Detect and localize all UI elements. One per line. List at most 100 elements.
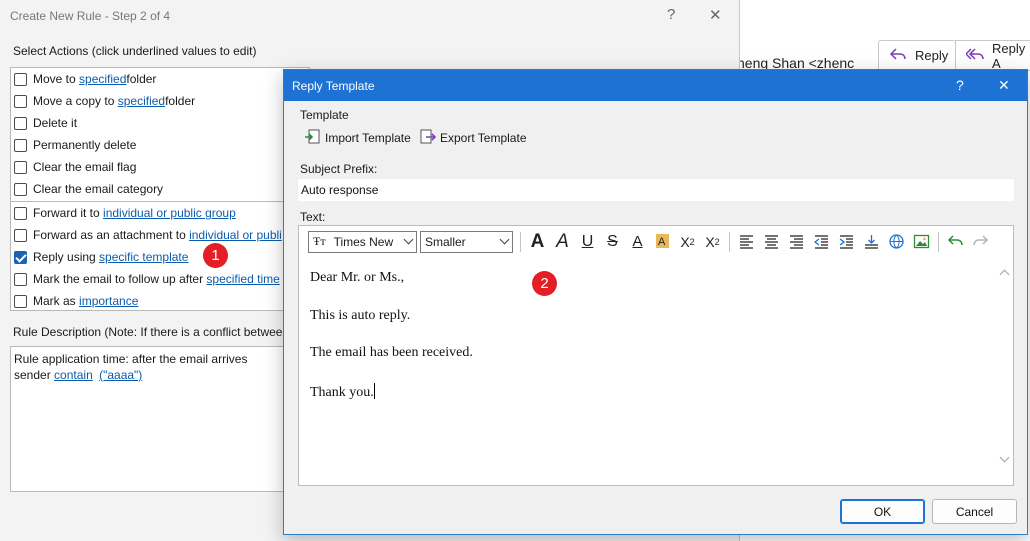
align-center-icon[interactable]: [759, 231, 784, 253]
action-text-suffix: folder: [126, 72, 157, 86]
rules-dialog-title: Create New Rule - Step 2 of 4: [10, 9, 171, 23]
checkbox[interactable]: [14, 182, 27, 196]
action-text: Move to: [33, 72, 76, 86]
import-template-button[interactable]: Import Template: [304, 128, 411, 148]
action-link[interactable]: individual or public group: [103, 206, 236, 220]
action-item-delete[interactable]: Delete it: [14, 114, 77, 132]
rule-description-condition: sender contain ("aaaa"): [14, 367, 306, 383]
align-right-icon[interactable]: [784, 231, 809, 253]
action-link[interactable]: specified: [79, 72, 126, 86]
step-badge-2: 2: [532, 271, 557, 296]
close-icon[interactable]: ✕: [998, 77, 1010, 94]
action-link[interactable]: specific template: [99, 250, 188, 264]
checkbox[interactable]: [14, 160, 27, 174]
formatting-toolbar: Ŧт Times New Smaller A A U S A A X2 X2: [299, 226, 1013, 257]
template-group-label: Template: [300, 108, 349, 122]
checkbox[interactable]: [14, 94, 27, 108]
action-link[interactable]: specified time: [206, 272, 279, 286]
scroll-up-icon[interactable]: [999, 269, 1010, 280]
scroll-down-icon[interactable]: [999, 452, 1010, 463]
checkbox[interactable]: [14, 116, 27, 130]
rule-value-link[interactable]: ("aaaa"): [99, 368, 142, 382]
superscript-icon[interactable]: X2: [675, 231, 700, 253]
reply-button-label: Reply: [915, 48, 949, 63]
bold-icon[interactable]: A: [525, 231, 550, 253]
action-item-move-to-folder[interactable]: Move to specified folder: [14, 70, 156, 88]
checkbox[interactable]: [14, 228, 27, 242]
action-item-forward[interactable]: Forward it to individual or public group: [14, 204, 236, 222]
font-size-select[interactable]: Smaller: [420, 230, 513, 253]
checkbox[interactable]: [14, 272, 27, 286]
action-link[interactable]: importance: [79, 294, 138, 308]
cancel-button[interactable]: Cancel: [932, 499, 1017, 524]
editor-scrollbar[interactable]: [997, 257, 1013, 485]
insert-image-icon[interactable]: [909, 231, 934, 253]
action-text: Reply using: [33, 250, 96, 264]
font-name-value: Times New: [333, 234, 394, 249]
subject-prefix-input[interactable]: [298, 179, 1014, 201]
reply-template-title: Reply Template: [292, 78, 375, 93]
svg-text:A: A: [658, 236, 666, 248]
template-body-text[interactable]: Dear Mr. or Ms., This is auto reply. The…: [299, 257, 997, 485]
reply-all-icon: [964, 46, 984, 65]
font-name-select[interactable]: Ŧт Times New: [308, 230, 417, 253]
checkbox-checked[interactable]: [14, 250, 27, 264]
action-item-move-copy[interactable]: Move a copy to specified folder: [14, 92, 195, 110]
action-link[interactable]: specified: [118, 94, 165, 108]
action-item-reply-template[interactable]: Reply using specific template: [14, 248, 188, 266]
help-icon[interactable]: ?: [956, 77, 964, 93]
reply-button[interactable]: Reply: [878, 40, 956, 71]
reply-icon: [889, 46, 907, 65]
highlight-icon[interactable]: A: [650, 231, 675, 253]
action-item-forward-attachment[interactable]: Forward as an attachment to individual o…: [14, 226, 282, 244]
body-line: Thank you.: [310, 385, 374, 401]
italic-icon[interactable]: A: [550, 231, 575, 253]
export-template-button[interactable]: Export Template: [419, 128, 527, 148]
strikethrough-icon[interactable]: S: [600, 231, 625, 253]
action-text: Forward it to: [33, 206, 100, 220]
import-icon: [304, 128, 321, 148]
rule-description-label: Rule Description (Note: If there is a co…: [13, 325, 290, 339]
toolbar-separator: [938, 231, 939, 252]
increase-indent-icon[interactable]: [834, 231, 859, 253]
action-item-mark-importance[interactable]: Mark as importance: [14, 292, 138, 310]
body-line: Dear Mr. or Ms.,: [310, 270, 405, 285]
rule-description-line: Rule application time: after the email a…: [14, 352, 248, 366]
action-item-follow-up[interactable]: Mark the email to follow up after specif…: [14, 270, 280, 288]
redo-icon[interactable]: [968, 231, 993, 253]
checkbox[interactable]: [14, 206, 27, 220]
rule-sender-text: sender: [14, 368, 51, 382]
rule-contain-link[interactable]: contain: [54, 368, 93, 382]
hyperlink-icon[interactable]: [884, 231, 909, 253]
action-text: Move a copy to: [33, 94, 115, 108]
horizontal-line-icon[interactable]: [859, 231, 884, 253]
help-icon[interactable]: ?: [667, 6, 675, 23]
close-icon[interactable]: ✕: [709, 6, 722, 24]
body-line: This is auto reply.: [310, 307, 411, 323]
checkbox[interactable]: [14, 294, 27, 308]
chevron-down-icon: [499, 234, 510, 244]
ok-button[interactable]: OK: [840, 499, 925, 524]
body-line: The email has been received.: [310, 345, 473, 361]
action-item-clear-category[interactable]: Clear the email category: [14, 180, 163, 198]
align-left-icon[interactable]: [734, 231, 759, 253]
checkbox[interactable]: [14, 72, 27, 86]
action-text: Mark the email to follow up after: [33, 272, 204, 286]
action-text: Permanently delete: [33, 138, 137, 152]
reply-all-button[interactable]: Reply A: [955, 40, 1030, 71]
subscript-icon[interactable]: X2: [700, 231, 725, 253]
action-item-clear-flag[interactable]: Clear the email flag: [14, 158, 136, 176]
action-item-permanently-delete[interactable]: Permanently delete: [14, 136, 136, 154]
action-link[interactable]: individual or publi: [189, 228, 282, 242]
subject-prefix-label: Subject Prefix:: [300, 162, 378, 176]
checkbox[interactable]: [14, 138, 27, 152]
reply-all-button-label: Reply A: [992, 40, 1026, 71]
action-text: Clear the email flag: [33, 160, 137, 174]
reply-template-dialog: Reply Template ? ✕ Template Import Templ…: [283, 69, 1028, 535]
toolbar-separator: [520, 231, 521, 252]
underline-icon[interactable]: U: [575, 231, 600, 253]
undo-icon[interactable]: [943, 231, 968, 253]
decrease-indent-icon[interactable]: [809, 231, 834, 253]
font-color-icon[interactable]: A: [625, 231, 650, 253]
action-text: Forward as an attachment to: [33, 228, 186, 242]
